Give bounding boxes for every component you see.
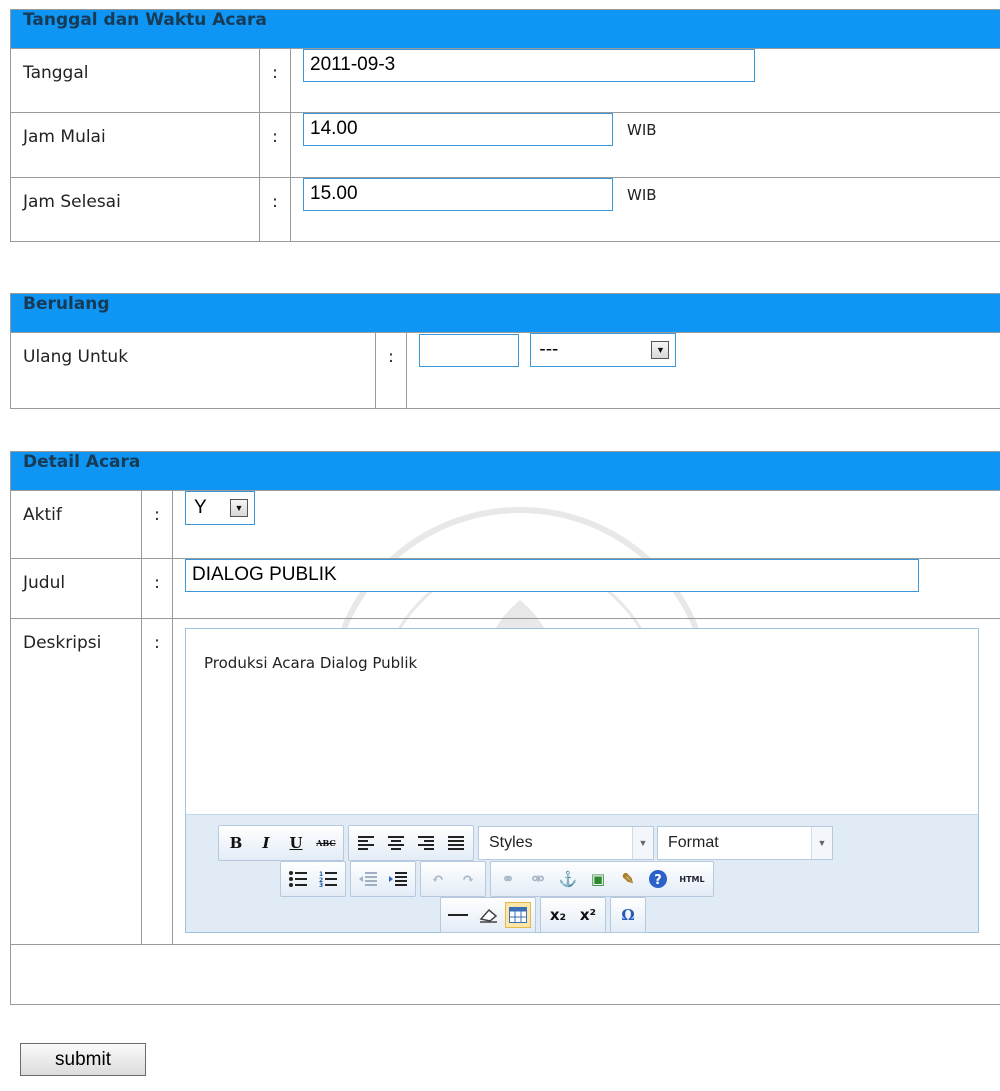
ulang-count-input[interactable] — [419, 333, 519, 367]
aktif-label: Aktif — [10, 490, 142, 559]
colon: : — [259, 48, 291, 113]
jam-selesai-unit: WIB — [627, 185, 657, 204]
colon: : — [141, 618, 173, 945]
align-center-icon[interactable] — [383, 830, 409, 856]
indent-icon[interactable] — [385, 866, 411, 892]
chevron-down-icon: ▼ — [651, 341, 670, 359]
table-icon[interactable] — [505, 902, 531, 928]
aktif-select[interactable]: Y ▼ — [185, 491, 255, 525]
link-icon[interactable]: ⚭ — [495, 866, 521, 892]
image-icon[interactable]: ▣ — [585, 866, 611, 892]
numbered-list-icon[interactable]: 123 — [315, 866, 341, 892]
format-label: Format — [668, 834, 719, 851]
special-character-button[interactable]: Ω — [615, 902, 641, 928]
deskripsi-label: Deskripsi — [10, 618, 142, 945]
detail-acara-section: Detail Acara Aktif : Y ▼ Judul : DIALOG … — [10, 451, 1000, 1005]
submit-button[interactable]: submit — [20, 1043, 146, 1076]
deskripsi-editor-content[interactable]: Produksi Acara Dialog Publik — [186, 629, 978, 815]
format-dropdown[interactable]: Format ▼ — [657, 826, 833, 860]
judul-input[interactable]: DIALOG PUBLIK — [185, 559, 919, 592]
styles-dropdown[interactable]: Styles ▼ — [478, 826, 654, 860]
section-title-berulang: Berulang — [10, 293, 1000, 333]
outdent-icon[interactable] — [355, 866, 381, 892]
undo-icon[interactable]: ↶ — [425, 866, 451, 892]
chevron-down-icon: ▼ — [632, 827, 653, 859]
jam-selesai-label: Jam Selesai — [10, 177, 260, 242]
aktif-value: Y — [194, 497, 207, 518]
chevron-down-icon: ▼ — [811, 827, 832, 859]
editor-toolbar: B I U ABC Styles ▼ Format ▼ 1 2 3 ↶ ↷ ⚭ … — [186, 814, 978, 933]
italic-button[interactable]: I — [253, 830, 279, 856]
html-source-button[interactable]: HTML — [675, 866, 709, 892]
jam-selesai-input[interactable]: 15.00 — [303, 178, 613, 211]
deskripsi-rich-editor[interactable]: Produksi Acara Dialog Publik B I U ABC S… — [185, 628, 979, 933]
anchor-icon[interactable]: ⚓ — [555, 866, 581, 892]
jam-mulai-label: Jam Mulai — [10, 112, 260, 178]
align-left-icon[interactable] — [353, 830, 379, 856]
align-right-icon[interactable] — [413, 830, 439, 856]
submit-row — [10, 944, 1000, 1005]
subscript-button[interactable]: x₂ — [545, 902, 571, 928]
colon: : — [375, 332, 407, 409]
eraser-icon[interactable] — [475, 902, 501, 928]
unlink-icon[interactable]: ⚮ — [525, 866, 551, 892]
cleanup-brush-icon[interactable]: ✎ — [615, 866, 641, 892]
ulang-period-value: --- — [539, 339, 559, 360]
svg-text:?: ? — [654, 873, 662, 888]
svg-text:3: 3 — [319, 882, 323, 887]
jam-mulai-unit: WIB — [627, 120, 657, 139]
jam-mulai-input[interactable]: 14.00 — [303, 113, 613, 146]
help-icon[interactable]: ? — [645, 866, 671, 892]
underline-button[interactable]: U — [283, 830, 309, 856]
section-title-tanggal-waktu: Tanggal dan Waktu Acara — [10, 9, 1000, 49]
section-title-detail: Detail Acara — [10, 451, 1000, 491]
chevron-down-icon: ▼ — [230, 499, 248, 517]
bold-button[interactable]: B — [223, 830, 249, 856]
ulang-period-select[interactable]: --- ▼ — [530, 333, 677, 367]
berulang-section: Berulang Ulang Untuk : --- ▼ — [10, 293, 1000, 409]
ulang-untuk-label: Ulang Untuk — [10, 332, 376, 409]
redo-icon[interactable]: ↷ — [455, 866, 481, 892]
tanggal-waktu-section: Tanggal dan Waktu Acara Tanggal : 2011-0… — [10, 9, 1000, 242]
superscript-button[interactable]: x² — [575, 902, 601, 928]
bulleted-list-icon[interactable] — [285, 866, 311, 892]
strikethrough-button[interactable]: ABC — [313, 830, 339, 856]
tanggal-input[interactable]: 2011-09-3 — [303, 49, 755, 82]
tanggal-label: Tanggal — [10, 48, 260, 113]
horizontal-rule-icon[interactable] — [445, 902, 471, 928]
judul-label: Judul — [10, 558, 142, 619]
colon: : — [141, 490, 173, 559]
colon: : — [259, 177, 291, 242]
styles-label: Styles — [489, 834, 533, 851]
colon: : — [141, 558, 173, 619]
align-justify-icon[interactable] — [443, 830, 469, 856]
colon: : — [259, 112, 291, 178]
